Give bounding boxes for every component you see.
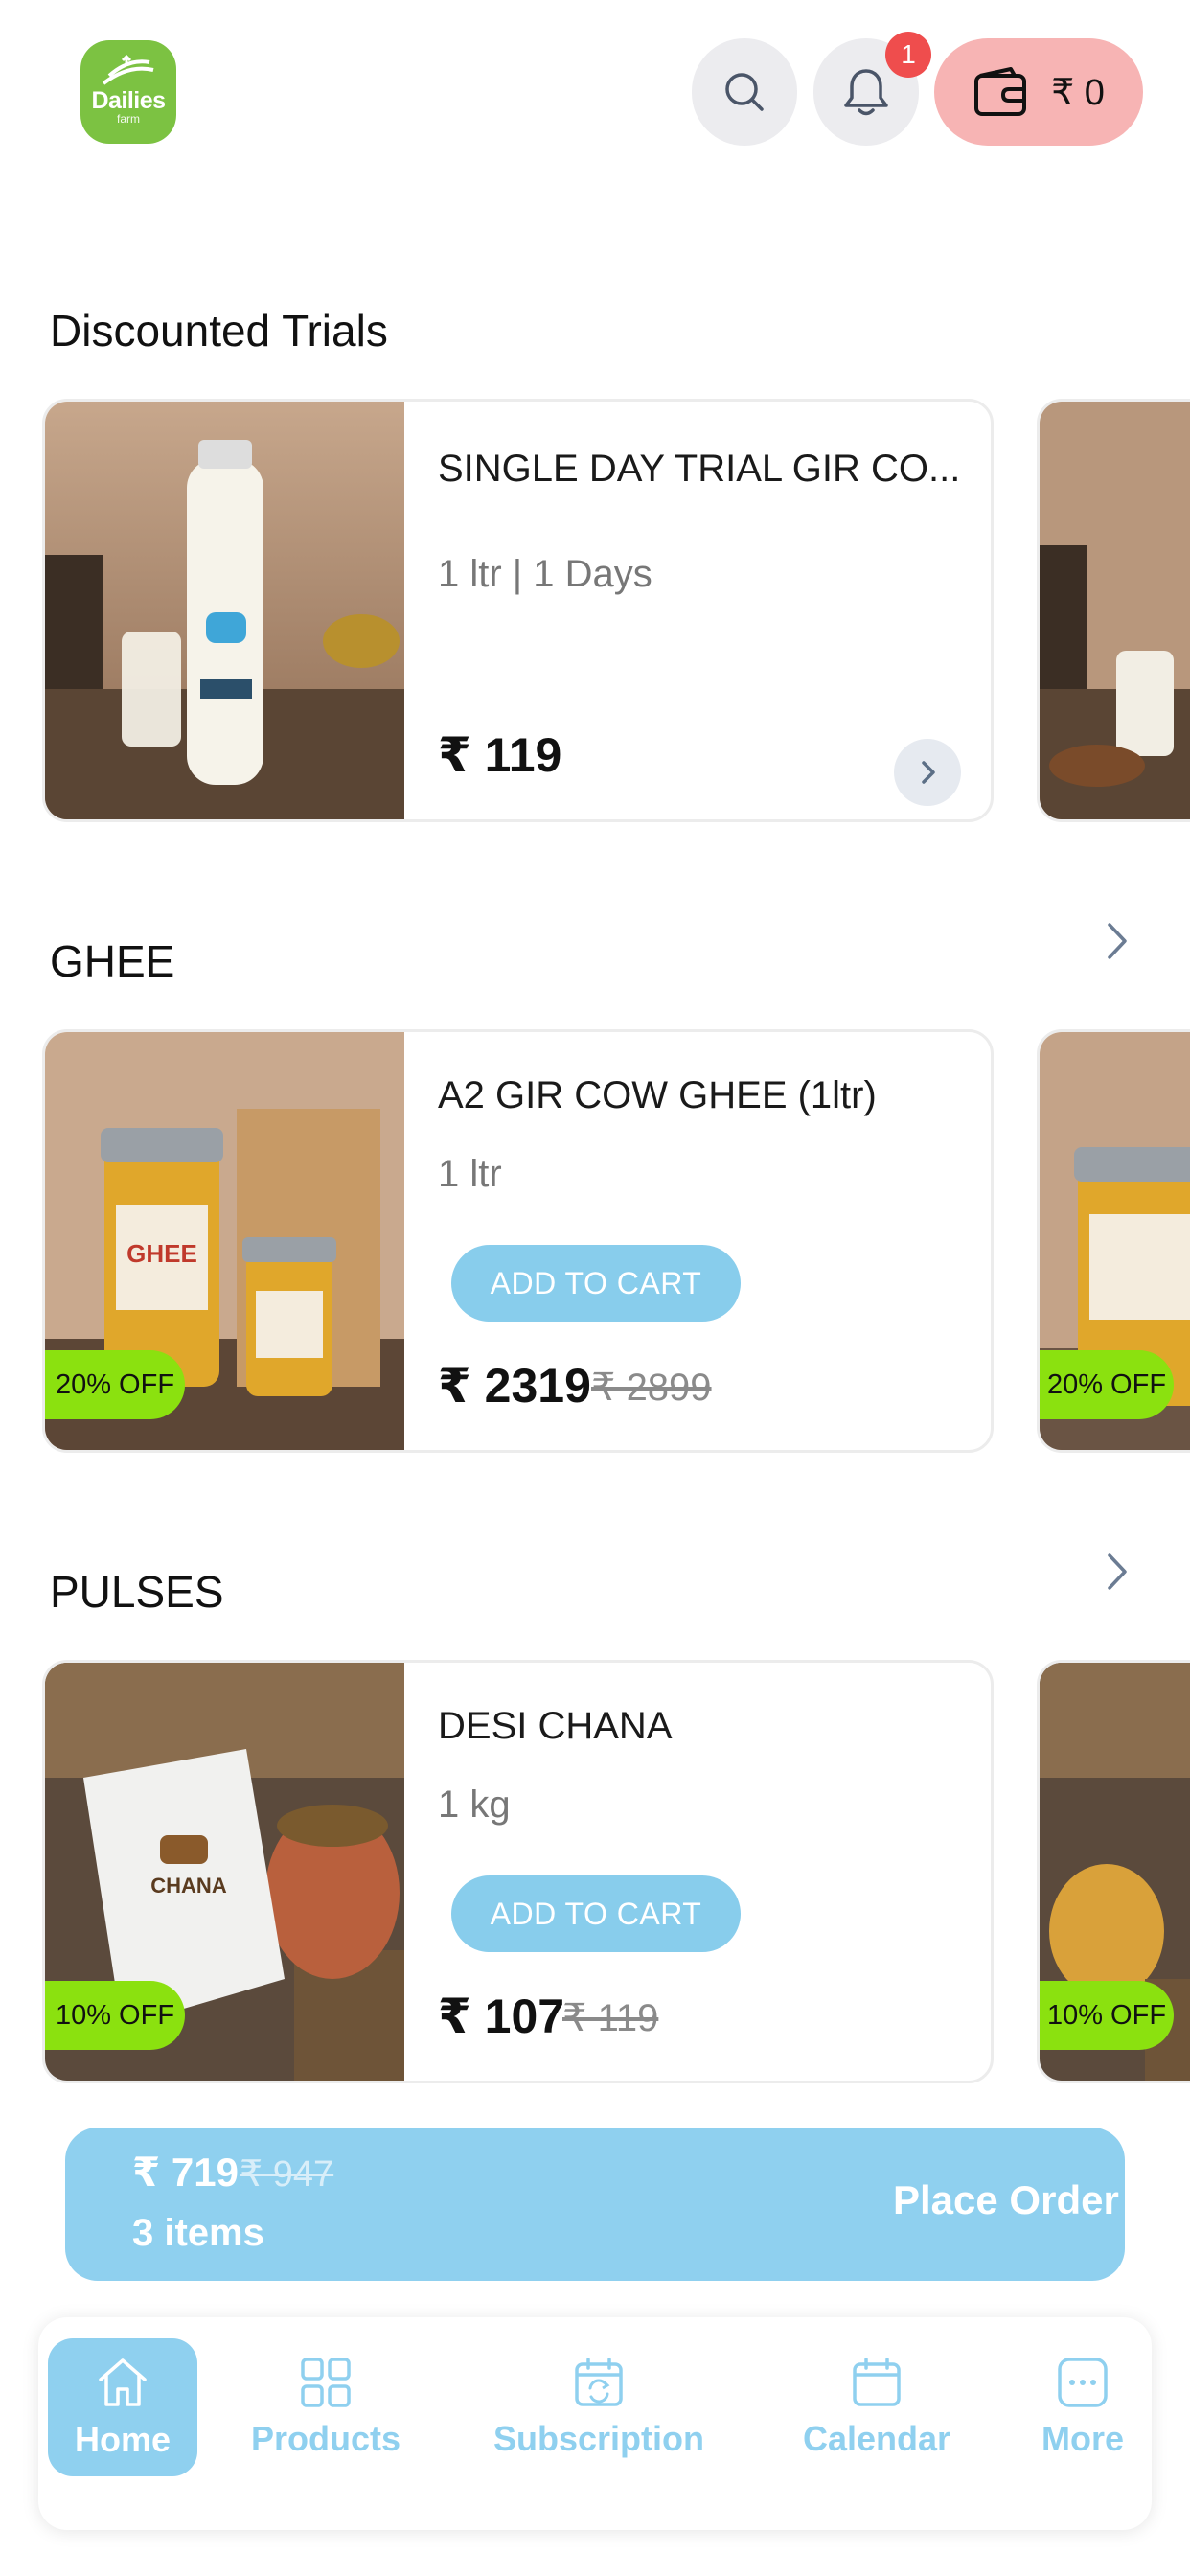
chevron-right-icon [922, 761, 935, 784]
product-quantity: 1 ltr | 1 Days [438, 553, 652, 595]
section-title-trials: Discounted Trials [50, 306, 388, 356]
nav-label: Calendar [802, 2419, 951, 2458]
nav-products[interactable]: Products [249, 2338, 402, 2476]
calendar-refresh-icon [575, 2358, 623, 2406]
product-quantity: 1 ltr [438, 1153, 502, 1195]
wallet-balance: ₹ 0 [1051, 72, 1105, 113]
chevron-right-icon [1108, 1553, 1127, 1590]
svg-text:GHEE: GHEE [126, 1239, 197, 1268]
home-icon [99, 2358, 147, 2406]
wallet-button[interactable]: ₹ 0 [934, 38, 1143, 146]
product-card-trial[interactable]: SINGLE DAY TRIAL GIR CO... 1 ltr | 1 Day… [42, 399, 994, 822]
nav-label: Products [250, 2419, 401, 2458]
section-title-pulses: PULSES [50, 1567, 224, 1617]
grid-icon [301, 2358, 351, 2407]
nav-subscription[interactable]: Subscription [489, 2338, 709, 2476]
discount-badge: 20% OFF [45, 1350, 185, 1419]
product-card-peek[interactable]: 20% OFF [1037, 1029, 1190, 1453]
product-card-peek[interactable] [1037, 399, 1190, 822]
order-summary-bar[interactable]: ₹ 719 ₹ 947 3 items Place Order [65, 2128, 1125, 2281]
search-icon [725, 73, 764, 111]
nav-label: Home [74, 2420, 172, 2459]
nav-label: More [1041, 2419, 1124, 2458]
nav-label: Subscription [492, 2419, 704, 2458]
product-name: A2 GIR COW GHEE (1ltr) [438, 1074, 877, 1116]
discount-badge: 10% OFF [45, 1981, 185, 2050]
wallet-icon [974, 67, 1027, 116]
open-product-button[interactable] [894, 739, 961, 806]
nav-more[interactable]: More [1025, 2338, 1140, 2476]
product-card-pulses[interactable]: CHANA 10% OFF DESI CHANA 1 kg ADD TO CAR… [42, 1660, 994, 2083]
order-total: ₹ 719 [132, 2150, 239, 2195]
product-image [45, 402, 404, 819]
product-name: DESI CHANA [438, 1705, 673, 1747]
chevron-right-icon [1108, 923, 1127, 959]
product-price: ₹ 2319 [438, 1359, 591, 1413]
product-card-ghee[interactable]: GHEE 20% OFF A2 GIR COW GHEE (1ltr) 1 lt… [42, 1029, 994, 1453]
logo-subtext: farm [117, 111, 140, 126]
notification-badge: 1 [885, 32, 931, 78]
ghee-see-all-button[interactable] [1092, 912, 1140, 970]
add-to-cart-button[interactable]: ADD TO CART [451, 1875, 741, 1952]
bell-icon [844, 69, 888, 116]
discount-badge: 10% OFF [1040, 1981, 1174, 2050]
calendar-icon [853, 2358, 901, 2406]
bottom-navigation: Home Products Subscription Calendar More [38, 2317, 1152, 2530]
brand-logo: Dailies farm [80, 40, 176, 144]
more-icon [1058, 2358, 1108, 2407]
nav-home[interactable]: Home [48, 2338, 197, 2476]
product-image-peek [1040, 402, 1190, 819]
svg-text:CHANA: CHANA [150, 1874, 227, 1898]
order-original-total: ₹ 947 [240, 2154, 334, 2195]
product-quantity: 1 kg [438, 1783, 511, 1826]
section-title-ghee: GHEE [50, 936, 175, 986]
discount-badge: 20% OFF [1040, 1350, 1174, 1419]
product-original-price: ₹ 2899 [591, 1367, 712, 1409]
nav-calendar[interactable]: Calendar [795, 2338, 958, 2476]
logo-field-icon [102, 54, 154, 85]
product-original-price: ₹ 119 [562, 1997, 659, 2039]
add-to-cart-button[interactable]: ADD TO CART [451, 1245, 741, 1322]
milk-bottle-image [45, 402, 404, 819]
product-price: ₹ 119 [438, 728, 562, 782]
search-button[interactable] [692, 38, 797, 146]
place-order-button[interactable]: Place Order [893, 2177, 1119, 2223]
logo-text: Dailies [91, 86, 166, 114]
product-name: SINGLE DAY TRIAL GIR CO... [438, 448, 961, 490]
product-card-peek[interactable]: 10% OFF [1037, 1660, 1190, 2083]
order-item-count: 3 items [132, 2212, 264, 2254]
pulses-see-all-button[interactable] [1092, 1543, 1140, 1600]
product-price: ₹ 107 [438, 1990, 565, 2043]
